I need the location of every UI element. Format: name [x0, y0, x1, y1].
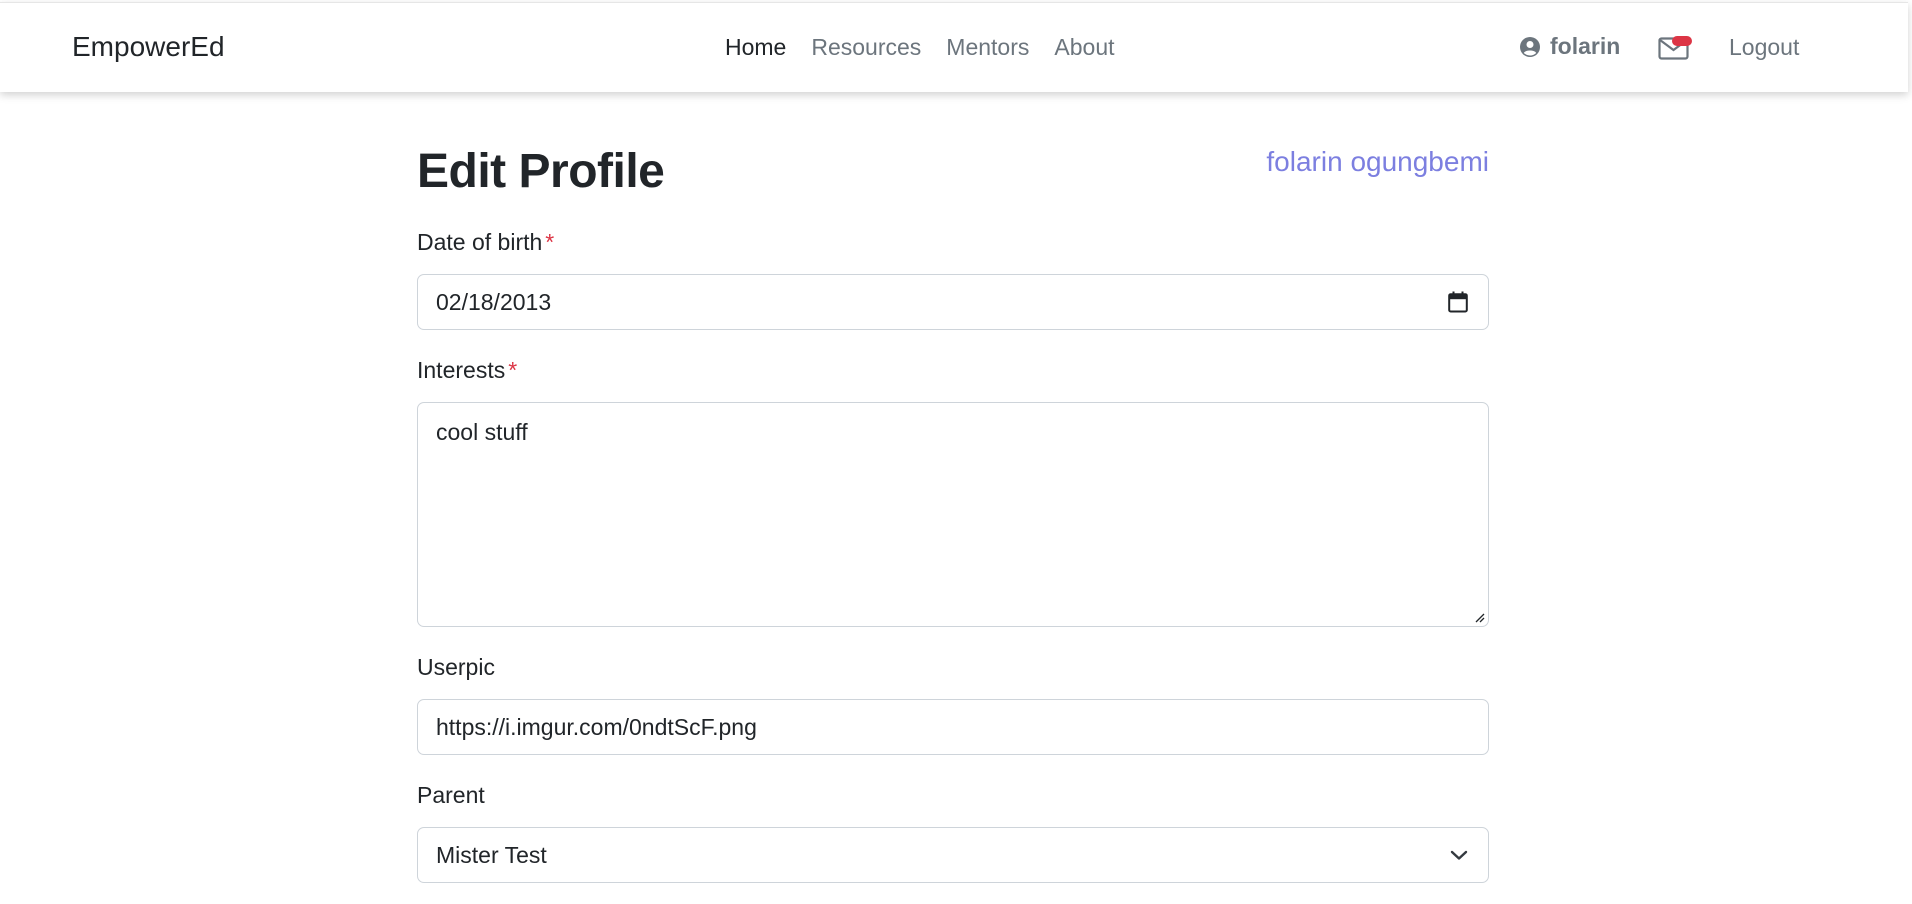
parent-value: Mister Test [436, 841, 547, 868]
nav-link-resources[interactable]: Resources [811, 34, 921, 61]
dob-label: Date of birth * [417, 229, 554, 256]
dob-value: 02/18/2013 [436, 288, 552, 315]
main-nav: Home Resources Mentors About [725, 34, 1115, 61]
page-title: Edit Profile [417, 145, 665, 198]
profile-name-link[interactable]: folarin ogungbemi [1266, 146, 1489, 178]
required-marker: * [508, 357, 518, 383]
userpic-value: https://i.imgur.com/0ndtScF.png [436, 713, 757, 740]
dob-input[interactable]: 02/18/2013 [417, 274, 1489, 330]
userpic-input[interactable]: https://i.imgur.com/0ndtScF.png [417, 699, 1489, 755]
nav-link-home[interactable]: Home [725, 34, 786, 61]
interests-textarea[interactable]: cool stuff [417, 402, 1489, 627]
required-marker: * [545, 229, 555, 255]
parent-label: Parent [417, 782, 485, 809]
nav-link-mentors[interactable]: Mentors [946, 34, 1029, 61]
username-label: folarin [1550, 33, 1621, 59]
user-menu[interactable]: folarin [1520, 33, 1620, 60]
dob-label-text: Date of birth [417, 229, 543, 255]
resize-handle-icon[interactable] [1473, 611, 1485, 623]
interests-label: Interests * [417, 357, 517, 384]
userpic-label: Userpic [417, 654, 495, 681]
calendar-icon[interactable] [1448, 291, 1468, 313]
user-circle-icon [1520, 36, 1540, 57]
brand-logo[interactable]: EmpowerEd [72, 31, 225, 63]
nav-link-about[interactable]: About [1054, 34, 1114, 61]
logout-link[interactable]: Logout [1729, 34, 1799, 61]
chevron-down-icon [1450, 850, 1468, 860]
top-navbar: EmpowerEd Home Resources Mentors About f… [0, 2, 1908, 92]
notification-badge [1672, 36, 1692, 46]
messages-button[interactable] [1658, 34, 1692, 62]
userpic-label-text: Userpic [417, 654, 495, 680]
parent-label-text: Parent [417, 782, 485, 808]
parent-select[interactable]: Mister Test [417, 827, 1489, 883]
interests-value: cool stuff [436, 419, 528, 445]
interests-label-text: Interests [417, 357, 506, 383]
